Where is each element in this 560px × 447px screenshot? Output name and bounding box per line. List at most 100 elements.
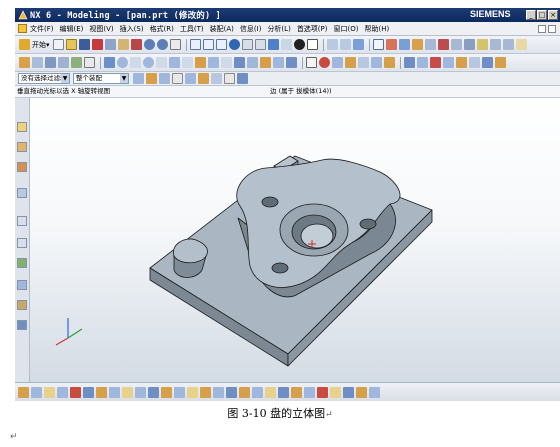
layer-icon[interactable] — [326, 39, 338, 50]
part-navigator-icon[interactable] — [17, 162, 27, 172]
end-point-icon[interactable] — [398, 39, 410, 50]
select-face-icon[interactable] — [146, 73, 157, 84]
wireframe-icon[interactable] — [306, 39, 318, 50]
shell-icon[interactable] — [358, 57, 369, 68]
fit-icon[interactable] — [189, 39, 201, 50]
cylinder-icon[interactable] — [117, 57, 128, 68]
chamfer-curve-icon[interactable] — [356, 386, 367, 398]
trim-curve-icon[interactable] — [200, 386, 211, 398]
block-icon[interactable] — [104, 57, 115, 68]
mirror-curve-icon[interactable] — [304, 386, 315, 398]
smooth-spline-icon[interactable] — [252, 386, 263, 398]
type-filter-select[interactable]: 没有选择过滤器 ▼ — [18, 73, 70, 84]
bridge-curve-icon[interactable] — [122, 386, 133, 398]
line-icon[interactable] — [306, 57, 317, 68]
menu-window[interactable]: 窗口(O) — [334, 24, 365, 34]
extrude-icon[interactable] — [71, 57, 82, 68]
sew-icon[interactable] — [469, 57, 480, 68]
control-point-icon[interactable] — [424, 39, 436, 50]
ellipse-icon[interactable] — [70, 386, 81, 398]
show-hide-icon[interactable] — [339, 39, 351, 50]
point-on-curve-icon[interactable] — [489, 39, 501, 50]
menu-help[interactable]: 帮助(H) — [364, 24, 395, 34]
select-feature-icon[interactable] — [133, 73, 144, 84]
scale-curve-icon[interactable] — [317, 386, 328, 398]
assembly-scope-select[interactable]: 整个装配 ▼ — [73, 73, 129, 84]
restore-icon[interactable] — [538, 24, 546, 33]
sphere-icon[interactable] — [143, 57, 154, 68]
extract-curve-icon[interactable] — [187, 386, 198, 398]
process-studio-icon[interactable] — [17, 258, 27, 268]
groove-icon[interactable] — [221, 57, 232, 68]
deselect-icon[interactable] — [237, 73, 248, 84]
edit-curve-icon[interactable] — [239, 386, 250, 398]
helix-icon[interactable] — [83, 386, 94, 398]
cone-icon[interactable] — [130, 57, 141, 68]
point-on-face-icon[interactable] — [502, 39, 514, 50]
close-doc-icon[interactable] — [548, 24, 556, 33]
menu-view[interactable]: 视图(V) — [89, 24, 119, 34]
zoom-icon[interactable] — [202, 39, 214, 50]
delete-icon[interactable] — [130, 39, 142, 50]
undo-icon[interactable] — [143, 39, 155, 50]
menu-app-icon[interactable] — [18, 24, 27, 33]
instance-icon[interactable] — [404, 57, 415, 68]
image-icon[interactable] — [369, 386, 380, 398]
pad-icon[interactable] — [195, 57, 206, 68]
existing-point-icon[interactable] — [476, 39, 488, 50]
menu-information[interactable]: 信息(I) — [240, 24, 268, 34]
select-all-icon[interactable] — [224, 73, 235, 84]
perspective-icon[interactable] — [254, 39, 266, 50]
arc-icon[interactable] — [319, 57, 330, 68]
polygon-icon[interactable] — [57, 386, 68, 398]
select-icon[interactable] — [169, 39, 181, 50]
spline-icon[interactable] — [31, 386, 42, 398]
menu-preferences[interactable]: 首选项(P) — [297, 24, 334, 34]
bounded-grid-icon[interactable] — [515, 39, 527, 50]
measure-icon[interactable] — [430, 57, 441, 68]
intersect-icon[interactable] — [260, 57, 271, 68]
slot-icon[interactable] — [208, 57, 219, 68]
revolve-icon[interactable] — [84, 57, 95, 68]
law-curve-icon[interactable] — [265, 386, 276, 398]
select-curve-icon[interactable] — [198, 73, 209, 84]
select-point-icon[interactable] — [211, 73, 222, 84]
cut-icon[interactable] — [91, 39, 103, 50]
menu-tools[interactable]: 工具(T) — [180, 24, 210, 34]
pocket-icon[interactable] — [182, 57, 193, 68]
fillet-curve-icon[interactable] — [343, 386, 354, 398]
section-icon[interactable] — [443, 57, 454, 68]
rectangle-icon[interactable] — [44, 386, 55, 398]
copy-icon[interactable] — [104, 39, 116, 50]
pan-icon[interactable] — [241, 39, 253, 50]
manufacturing-wizards-icon[interactable] — [17, 280, 27, 290]
offset-curve-icon[interactable] — [109, 386, 120, 398]
save-icon[interactable] — [78, 39, 90, 50]
offset-face-icon[interactable] — [384, 57, 395, 68]
patch-icon[interactable] — [482, 57, 493, 68]
new-icon[interactable] — [52, 39, 64, 50]
close-button[interactable]: × — [548, 10, 558, 20]
datum-axis-icon[interactable] — [45, 57, 56, 68]
start-menu-button[interactable]: 开始▾ — [32, 40, 50, 50]
menu-edit[interactable]: 编辑(E) — [60, 24, 90, 34]
maximize-button[interactable]: □ — [537, 10, 547, 20]
sketch-icon[interactable] — [19, 57, 30, 68]
redo-icon[interactable] — [156, 39, 168, 50]
curve-length-icon[interactable] — [226, 386, 237, 398]
mirror-icon[interactable] — [417, 57, 428, 68]
menu-analysis[interactable]: 分析(L) — [267, 24, 296, 34]
move-object-icon[interactable] — [352, 39, 364, 50]
history-icon[interactable] — [17, 216, 27, 226]
edit-feature-icon[interactable] — [495, 57, 506, 68]
snap-point-icon[interactable] — [372, 39, 384, 50]
rotate-icon[interactable] — [228, 39, 240, 50]
text-icon[interactable] — [96, 386, 107, 398]
select-component-icon[interactable] — [185, 73, 196, 84]
isoparametric-icon[interactable] — [278, 386, 289, 398]
section-curve-icon[interactable] — [174, 386, 185, 398]
menu-insert[interactable]: 插入(S) — [120, 24, 150, 34]
divide-curve-icon[interactable] — [213, 386, 224, 398]
join-curve-icon[interactable] — [135, 386, 146, 398]
menu-file[interactable]: 文件(F) — [30, 24, 60, 34]
